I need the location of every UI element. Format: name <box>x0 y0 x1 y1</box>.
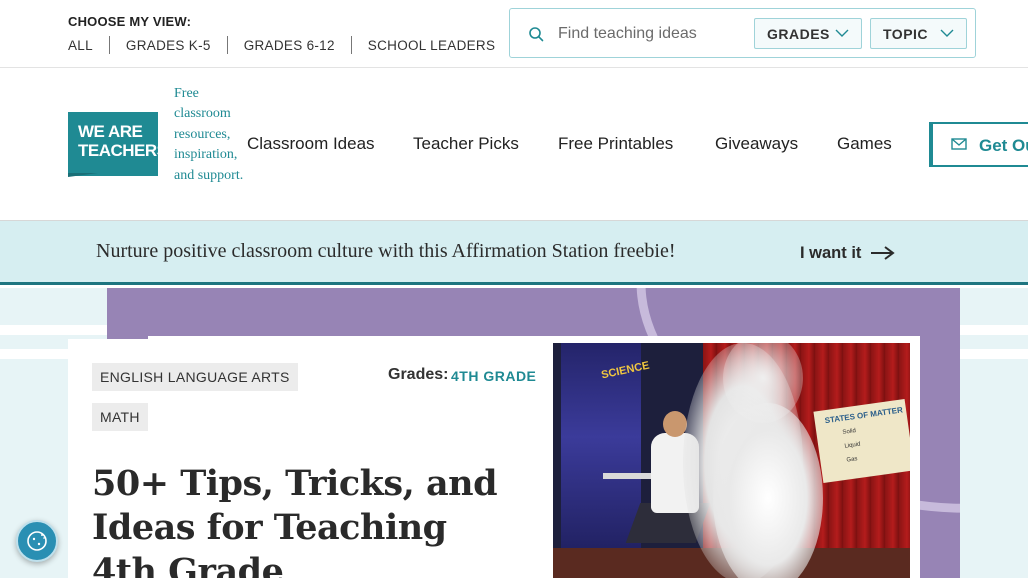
view-link-grades-612[interactable]: GRADES 6-12 <box>244 38 335 53</box>
search-box: GRADES TOPIC <box>509 8 976 58</box>
promo-text: Nurture positive classroom culture with … <box>96 240 676 262</box>
view-link-grades-k5[interactable]: GRADES K-5 <box>126 38 211 53</box>
grade-link[interactable]: 4TH GRADE <box>451 368 536 384</box>
main-header: WE ARE TEACHERS Free classroom resources… <box>0 68 1028 221</box>
newsletter-button[interactable]: Get Ou <box>929 122 1028 167</box>
smoke-cloud <box>713 403 823 578</box>
promo-link[interactable]: I want it <box>800 244 861 263</box>
view-link-school-leaders[interactable]: SCHOOL LEADERS <box>368 38 496 53</box>
promo-banner: Nurture positive classroom culture with … <box>0 221 1028 285</box>
grades-dropdown-label: GRADES <box>767 25 830 42</box>
subject-tag-ela[interactable]: ENGLISH LANGUAGE ARTS <box>92 363 298 391</box>
nav-free-printables[interactable]: Free Printables <box>558 134 673 154</box>
cookie-icon <box>27 531 47 551</box>
poster-title: STATES OF MATTER <box>824 405 904 426</box>
logo-tail <box>68 173 98 177</box>
subject-tag-math[interactable]: MATH <box>92 403 148 431</box>
hero-photo: SCIENCE STATES OF MATTER Solid Liquid Ga… <box>553 343 910 578</box>
chevron-down-icon <box>940 29 954 37</box>
poster-row: Solid <box>842 428 857 436</box>
logo-line-1: WE ARE <box>78 122 143 141</box>
view-links: ALL GRADES K-5 GRADES 6-12 SCHOOL LEADER… <box>68 36 495 54</box>
article-title: 50+ Tips, Tricks, and Ideas for Teaching… <box>92 463 498 578</box>
divider <box>108 36 110 54</box>
person-head <box>663 411 687 437</box>
search-icon[interactable] <box>528 26 544 42</box>
topic-dropdown-label: TOPIC <box>883 25 929 42</box>
topic-dropdown[interactable]: TOPIC <box>870 18 967 49</box>
nav-classroom-ideas[interactable]: Classroom Ideas <box>247 134 375 154</box>
chevron-down-icon <box>835 29 849 37</box>
nav-games[interactable]: Games <box>837 134 892 154</box>
view-link-all[interactable]: ALL <box>68 38 93 53</box>
divider <box>350 36 352 54</box>
logo[interactable]: WE ARE TEACHERS <box>68 112 168 176</box>
states-of-matter-poster: STATES OF MATTER Solid Liquid Gas <box>813 398 910 484</box>
grades-label: Grades: <box>388 366 449 383</box>
arrow-right-icon[interactable] <box>870 245 896 261</box>
banner-text: SCIENCE <box>600 359 651 382</box>
poster-row: Gas <box>846 456 858 464</box>
newsletter-button-label: Get Ou <box>979 136 1028 155</box>
divider <box>226 36 228 54</box>
poster-row: Liquid <box>844 441 861 450</box>
nav-giveaways[interactable]: Giveaways <box>715 134 798 154</box>
cookie-settings-button[interactable] <box>16 520 58 562</box>
grades-dropdown[interactable]: GRADES <box>754 18 862 49</box>
logo-line-2: TEACHERS <box>78 141 168 160</box>
top-utility-bar: CHOOSE MY VIEW: ALL GRADES K-5 GRADES 6-… <box>0 0 1028 68</box>
nav-teacher-picks[interactable]: Teacher Picks <box>413 134 519 154</box>
choose-view-title: CHOOSE MY VIEW: <box>68 14 192 29</box>
search-input[interactable] <box>558 21 758 47</box>
mail-icon <box>951 138 967 150</box>
tagline: Free classroom resources, inspiration, a… <box>174 86 244 183</box>
